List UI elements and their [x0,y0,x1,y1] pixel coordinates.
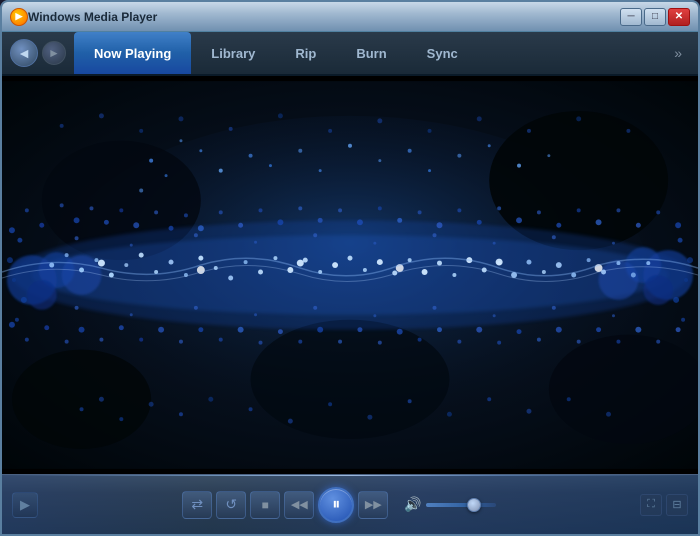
pause-button[interactable]: ⏸ [318,487,354,523]
close-button[interactable]: ✕ [668,8,690,26]
shuffle-button[interactable]: ⇄ [182,491,212,519]
more-tabs-button[interactable]: » [666,45,690,61]
corner-controls: ⛶ ⊟ [640,494,688,516]
tab-library[interactable]: Library [191,32,275,74]
tab-sync[interactable]: Sync [407,32,478,74]
back-button[interactable]: ◄ [10,39,38,67]
repeat-button[interactable]: ↺ [216,491,246,519]
control-bar: ▶ ⇄ ↺ ■ ◀◀ ⏸ ▶▶ 🔊 ⛶ ⊟ [2,474,698,534]
tab-burn[interactable]: Burn [336,32,406,74]
next-button[interactable]: ▶▶ [358,491,388,519]
window-title: Windows Media Player [28,10,620,24]
app-window: ▶ Windows Media Player ─ □ ✕ ◄ ► Now Pla… [0,0,700,536]
visualization-canvas [2,76,698,474]
window-controls: ─ □ ✕ [620,8,690,26]
volume-controls: 🔊 [404,496,495,513]
title-bar: ▶ Windows Media Player ─ □ ✕ [2,2,698,32]
navigation-bar: ◄ ► Now Playing Library Rip Burn Sync » [2,32,698,76]
maximize-button[interactable]: □ [644,8,666,26]
app-logo: ▶ [10,8,28,26]
visualization-area [2,76,698,474]
playback-controls: ⇄ ↺ ■ ◀◀ ⏸ ▶▶ [182,487,388,523]
fullscreen-button[interactable]: ⛶ [640,494,662,516]
tab-now-playing[interactable]: Now Playing [74,32,191,74]
tab-rip[interactable]: Rip [275,32,336,74]
nav-tabs: Now Playing Library Rip Burn Sync [74,32,478,74]
volume-icon: 🔊 [404,496,421,513]
previous-button[interactable]: ◀◀ [284,491,314,519]
mini-mode-button[interactable]: ⊟ [666,494,688,516]
play-all-button[interactable]: ▶ [12,492,38,518]
forward-button[interactable]: ► [42,41,66,65]
minimize-button[interactable]: ─ [620,8,642,26]
volume-slider[interactable] [426,503,496,507]
stop-button[interactable]: ■ [250,491,280,519]
